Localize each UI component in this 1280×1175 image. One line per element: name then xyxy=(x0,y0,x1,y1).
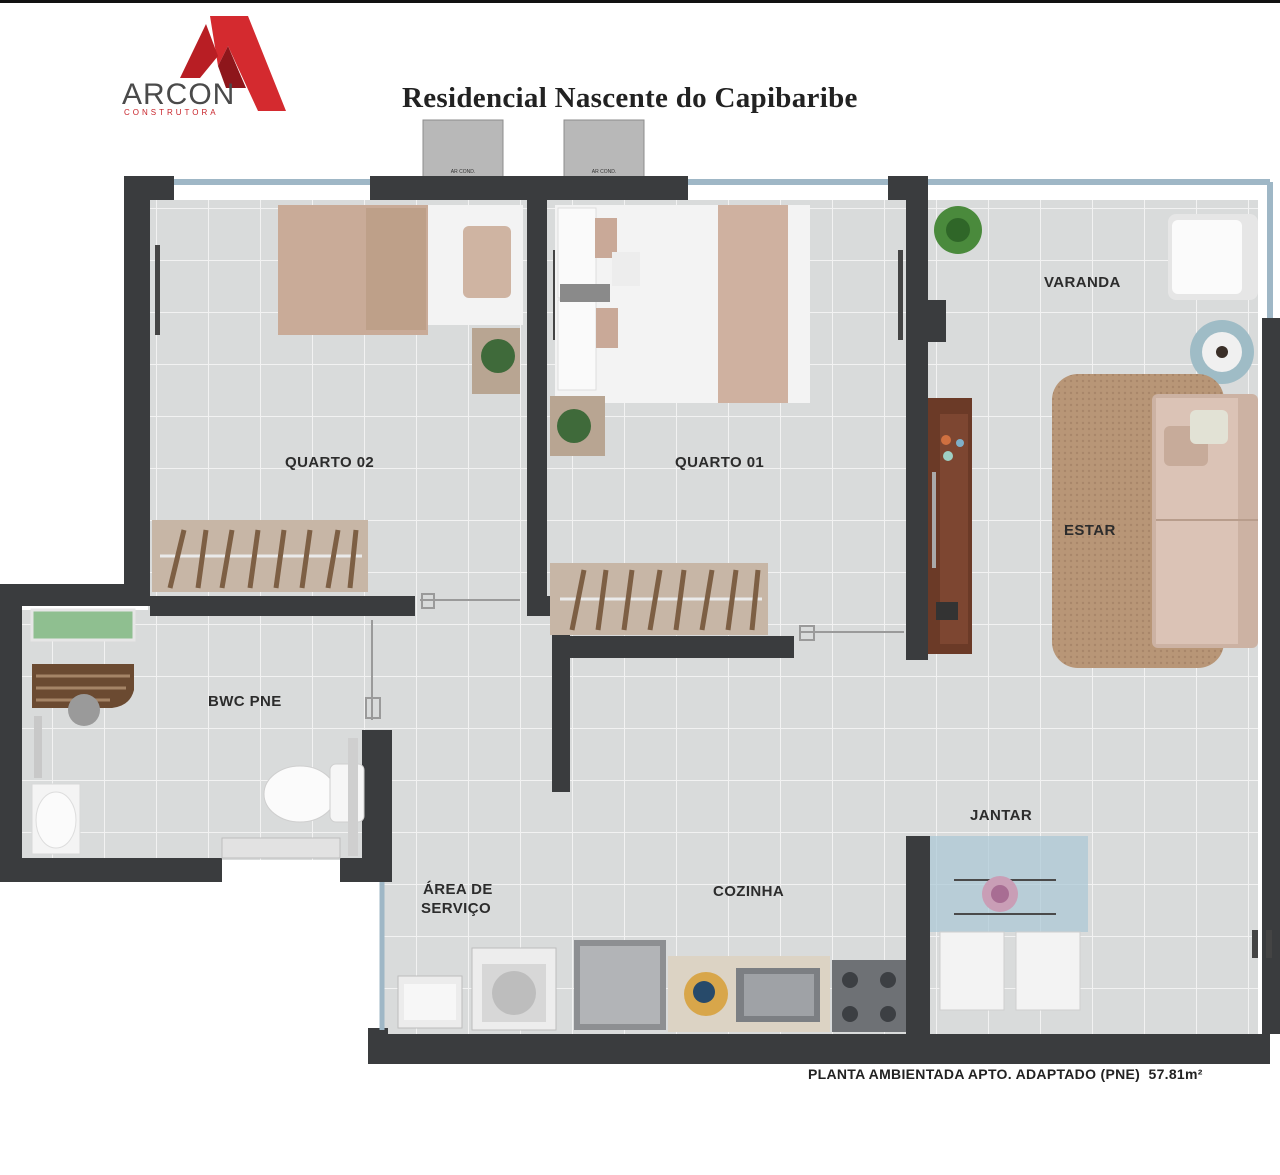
ac-unit-right: AR COND. xyxy=(563,119,645,179)
room-label-area-servico-1: ÁREA DE xyxy=(423,881,493,898)
room-label-quarto-02: QUARTO 02 xyxy=(285,454,375,471)
svg-text:AR COND.: AR COND. xyxy=(592,169,616,175)
room-label-quarto-01: QUARTO 01 xyxy=(675,454,765,471)
closet-quarto-02 xyxy=(152,520,368,592)
ac-unit-left: AR COND. xyxy=(422,119,504,179)
floor-plan: AR COND. AR COND. xyxy=(0,119,1280,1070)
closet-quarto-01 xyxy=(550,563,768,635)
room-label-estar: ESTAR xyxy=(1064,522,1116,539)
svg-text:AR COND.: AR COND. xyxy=(451,169,475,175)
room-label-jantar: JANTAR xyxy=(970,807,1033,824)
room-label-varanda: VARANDA xyxy=(1044,274,1121,291)
room-label-area-servico-2: SERVIÇO xyxy=(421,900,492,917)
caption-area: 57.81m² xyxy=(1148,1066,1203,1082)
plan-caption: PLANTA AMBIENTADA APTO. ADAPTADO (PNE) 5… xyxy=(808,1066,1203,1082)
room-label-bwc-pne: BWC PNE xyxy=(208,693,282,710)
brand-name: ARCON xyxy=(122,78,236,111)
room-label-cozinha: COZINHA xyxy=(713,883,785,900)
caption-text: PLANTA AMBIENTADA APTO. ADAPTADO (PNE) xyxy=(808,1066,1141,1082)
top-border-line xyxy=(0,0,1280,3)
